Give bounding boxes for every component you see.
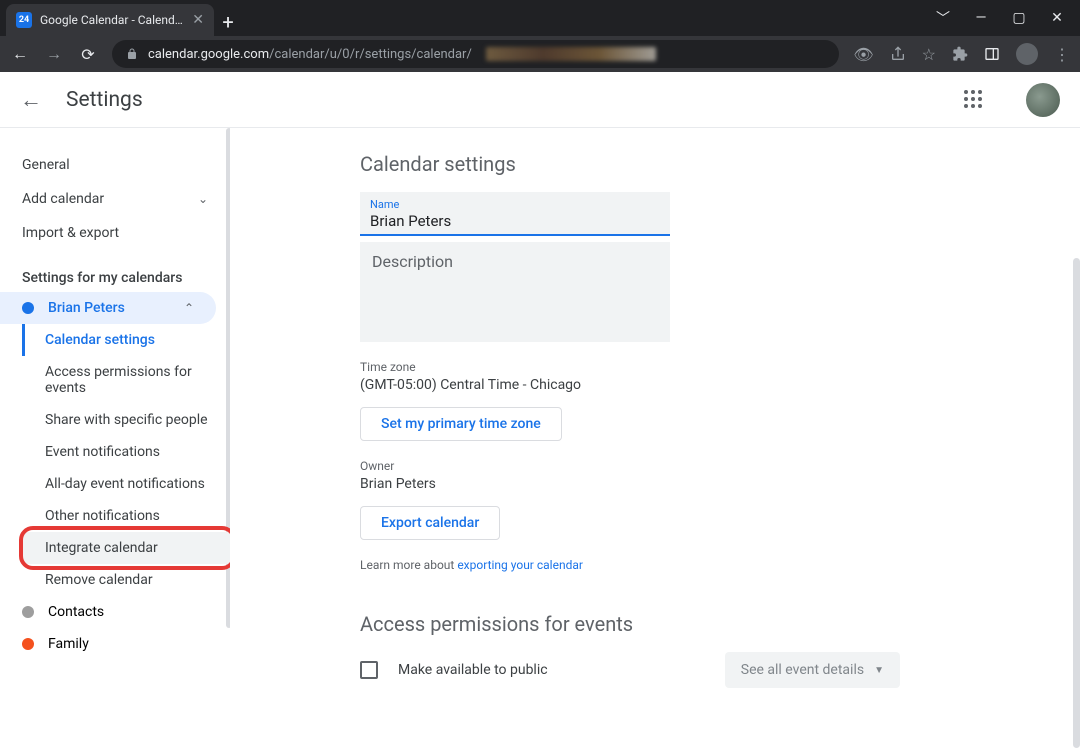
main-panel: Calendar settings Name Brian Peters Desc… xyxy=(230,128,1080,694)
section-title-access-permissions: Access permissions for events xyxy=(360,612,1080,636)
chevron-down-icon: ⌄ xyxy=(198,192,208,206)
calendar-color-dot xyxy=(22,606,34,618)
calendar-color-dot xyxy=(22,638,34,650)
export-calendar-button[interactable]: Export calendar xyxy=(360,506,500,540)
make-public-label: Make available to public xyxy=(398,662,705,678)
url-path: /calendar/u/0/r/settings/calendar/ xyxy=(269,47,472,62)
subnav-allday-notifications[interactable]: All-day event notifications xyxy=(22,468,230,500)
subnav-access-permissions[interactable]: Access permissions for events xyxy=(22,356,230,404)
sidebar-calendar-family[interactable]: Family xyxy=(0,628,216,660)
sidebar-add-calendar[interactable]: Add calendar ⌄ xyxy=(0,182,230,216)
close-window-icon[interactable]: ✕ xyxy=(1048,10,1066,26)
description-field-label: Description xyxy=(372,252,658,271)
timezone-label: Time zone xyxy=(360,360,1080,374)
subnav-remove-calendar[interactable]: Remove calendar xyxy=(22,564,230,596)
calendar-color-dot xyxy=(22,302,34,314)
timezone-value: (GMT-05:00) Central Time - Chicago xyxy=(360,377,1080,393)
subnav-event-notifications[interactable]: Event notifications xyxy=(22,436,230,468)
nav-back-icon[interactable]: ← xyxy=(10,44,30,64)
new-tab-button[interactable]: + xyxy=(214,8,242,36)
make-public-checkbox[interactable] xyxy=(360,661,378,679)
subnav-integrate-calendar[interactable]: Integrate calendar xyxy=(22,532,230,564)
exporting-calendar-link[interactable]: exporting your calendar xyxy=(457,558,583,572)
owner-value: Brian Peters xyxy=(360,476,1080,492)
tab-title: Google Calendar - Calendar setti xyxy=(40,13,184,27)
name-field-value: Brian Peters xyxy=(370,212,660,230)
lock-icon xyxy=(126,48,138,60)
maximize-icon[interactable]: ▢ xyxy=(1010,10,1028,26)
name-field-label: Name xyxy=(370,198,660,211)
subnav-calendar-settings[interactable]: Calendar settings xyxy=(22,324,230,356)
share-icon[interactable] xyxy=(890,46,906,62)
event-details-dropdown[interactable]: See all event details ▼ xyxy=(725,652,900,688)
description-field[interactable]: Description xyxy=(360,242,670,342)
sidebar-general[interactable]: General xyxy=(0,148,230,182)
page-title: Settings xyxy=(66,88,143,112)
set-primary-timezone-button[interactable]: Set my primary time zone xyxy=(360,407,562,441)
settings-sidebar: General Add calendar ⌄ Import & export S… xyxy=(0,128,230,694)
browser-tab[interactable]: 24 Google Calendar - Calendar setti ✕ xyxy=(6,4,214,36)
url-redacted xyxy=(486,47,656,61)
chevron-down-icon[interactable]: ﹀ xyxy=(934,8,952,28)
learn-more-text: Learn more about exporting your calendar xyxy=(360,558,1080,572)
chevron-up-icon: ⌃ xyxy=(184,301,194,315)
extensions-icon[interactable] xyxy=(952,46,968,62)
nav-forward-icon: → xyxy=(44,44,64,64)
minimize-icon[interactable]: — xyxy=(972,10,990,26)
star-icon[interactable]: ☆ xyxy=(922,45,936,64)
settings-back-button[interactable]: ← xyxy=(20,87,42,113)
sidebar-calendar-contacts[interactable]: Contacts xyxy=(0,596,216,628)
account-avatar[interactable] xyxy=(1026,83,1060,117)
url-host: calendar.google.com xyxy=(148,47,269,62)
favicon-icon: 24 xyxy=(16,12,32,28)
profile-avatar-icon[interactable] xyxy=(1016,43,1038,65)
side-panel-icon[interactable] xyxy=(984,46,1000,62)
subnav-share-specific[interactable]: Share with specific people xyxy=(22,404,230,436)
sidebar-section-heading: Settings for my calendars xyxy=(0,250,230,292)
subnav-other-notifications[interactable]: Other notifications xyxy=(22,500,230,532)
tab-close-icon[interactable]: ✕ xyxy=(192,12,204,28)
section-title-calendar-settings: Calendar settings xyxy=(360,152,1080,176)
page-scrollbar[interactable] xyxy=(1073,258,1080,748)
sidebar-import-export[interactable]: Import & export xyxy=(0,216,230,250)
eye-icon[interactable]: 👁 xyxy=(853,45,873,64)
google-apps-icon[interactable] xyxy=(964,90,984,110)
menu-dots-icon[interactable]: ⋮ xyxy=(1054,45,1070,64)
sidebar-calendar-brian-peters[interactable]: Brian Peters ⌃ xyxy=(0,292,216,324)
caret-down-icon: ▼ xyxy=(874,665,884,676)
nav-reload-icon[interactable]: ⟳ xyxy=(78,44,98,64)
owner-label: Owner xyxy=(360,459,1080,473)
name-field[interactable]: Name Brian Peters xyxy=(360,192,670,236)
address-bar[interactable]: calendar.google.com/calendar/u/0/r/setti… xyxy=(112,40,839,68)
